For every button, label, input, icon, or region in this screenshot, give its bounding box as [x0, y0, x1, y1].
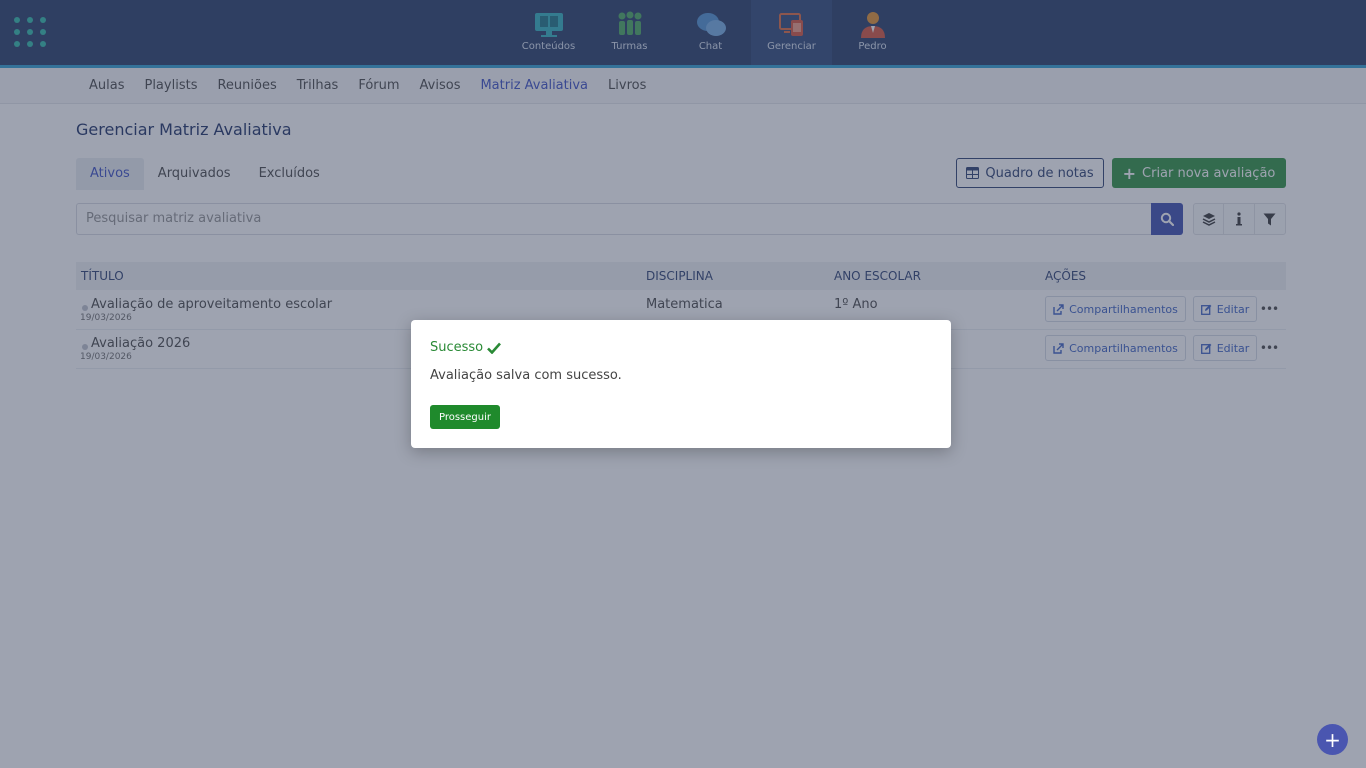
proceed-button[interactable]: Prosseguir — [430, 405, 500, 429]
plus-icon: + — [1324, 727, 1341, 752]
floating-add-button[interactable]: + — [1317, 724, 1348, 755]
dialog-title-text: Sucesso — [430, 340, 484, 355]
success-dialog: Sucesso Avaliação salva com sucesso. Pro… — [411, 320, 951, 448]
dialog-title: Sucesso — [430, 340, 502, 355]
check-icon — [487, 342, 502, 354]
dialog-message: Avaliação salva com sucesso. — [430, 368, 622, 383]
